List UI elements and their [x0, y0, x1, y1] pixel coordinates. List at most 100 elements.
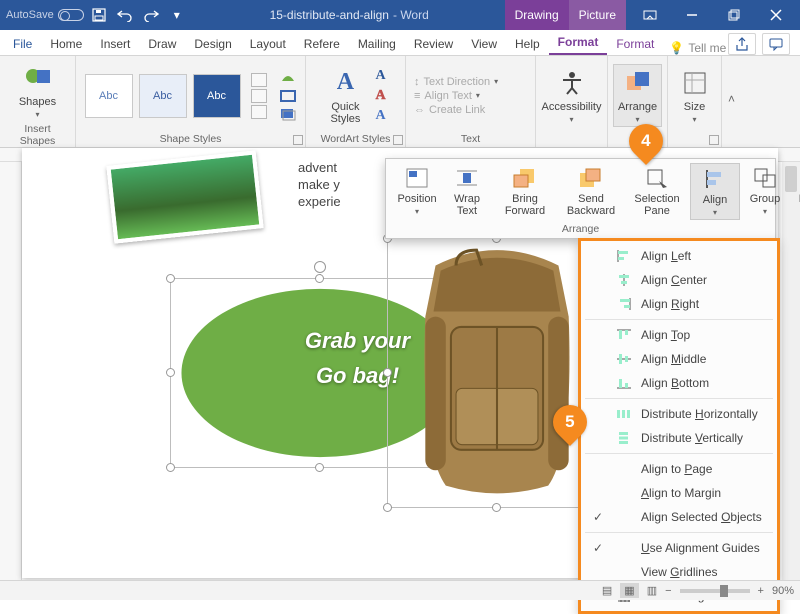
title-bar: AutoSave ▾ 15-distribute-and-align - Wor…	[0, 0, 800, 30]
shape-outline-icon[interactable]	[279, 89, 297, 103]
position-icon	[403, 165, 431, 191]
bring-forward-button[interactable]: Bring Forward	[492, 163, 558, 220]
text-direction-label: Text Direction	[424, 76, 491, 88]
mi-distribute-horizontal[interactable]: Distribute Horizontally	[581, 402, 777, 426]
check-icon: ✓	[589, 510, 607, 524]
mi-align-top[interactable]: Align Top	[581, 323, 777, 347]
tab-format-picture[interactable]: Format	[607, 33, 663, 55]
arrange-label: Arrange	[618, 101, 657, 113]
view-print-icon[interactable]: ▦	[620, 583, 638, 598]
mi-align-left[interactable]: Align Left	[581, 244, 777, 268]
wrap-text-icon	[453, 165, 481, 191]
backpack-icon	[394, 245, 600, 501]
zoom-in-icon[interactable]: +	[758, 585, 764, 597]
arrange-popover-label: Arrange	[386, 220, 775, 238]
zoom-slider[interactable]	[680, 589, 750, 593]
text-fill-icon[interactable]: A	[375, 68, 385, 84]
undo-icon[interactable]	[114, 4, 136, 26]
accessibility-button[interactable]: Accessibility▾	[538, 65, 606, 126]
text-effects-icon[interactable]: A	[375, 108, 385, 124]
style-preset-1[interactable]: Abc	[85, 74, 133, 118]
wrap-text-button[interactable]: Wrap Text	[442, 163, 492, 220]
tab-file[interactable]: File	[4, 33, 41, 55]
qat-more-icon[interactable]: ▾	[166, 4, 188, 26]
view-web-icon[interactable]: ▥	[647, 584, 657, 597]
mi-align-to-page[interactable]: Align to Page	[581, 457, 777, 481]
mi-align-middle[interactable]: Align Middle	[581, 347, 777, 371]
size-button[interactable]: Size▾	[675, 65, 715, 126]
mi-align-selected[interactable]: ✓Align Selected Objects	[581, 505, 777, 529]
mi-align-center[interactable]: Align Center	[581, 268, 777, 292]
group-button[interactable]: Group▾	[740, 163, 790, 220]
send-backward-button[interactable]: Send Backward	[558, 163, 624, 220]
quick-styles-button[interactable]: A Quick Styles	[325, 65, 365, 127]
tab-references[interactable]: Refere	[295, 33, 349, 55]
tab-layout[interactable]: Layout	[241, 33, 295, 55]
align-button[interactable]: Align▾	[690, 163, 740, 220]
tab-view[interactable]: View	[462, 33, 506, 55]
send-backward-icon	[577, 165, 605, 191]
selection-pane-button[interactable]: Selection Pane	[624, 163, 690, 220]
vertical-scrollbar[interactable]	[782, 162, 800, 580]
align-text-button: ≡Align Text ▾	[414, 89, 527, 103]
mi-align-bottom[interactable]: Align Bottom	[581, 371, 777, 395]
photo-park[interactable]	[106, 150, 263, 243]
tab-home[interactable]: Home	[41, 33, 91, 55]
redo-icon[interactable]	[140, 4, 162, 26]
save-icon[interactable]	[88, 4, 110, 26]
tab-mailings[interactable]: Mailing	[349, 33, 405, 55]
tab-insert[interactable]: Insert	[91, 33, 139, 55]
mi-alignment-guides[interactable]: ✓Use Alignment Guides	[581, 536, 777, 560]
style-preset-3[interactable]: Abc	[193, 74, 241, 118]
style-scroll-up-icon[interactable]	[251, 73, 267, 87]
ribbon-options-icon[interactable]	[630, 0, 670, 30]
tell-me-label: Tell me	[688, 41, 726, 55]
arrange-popover: Position▾ Wrap Text Bring Forward Send B…	[385, 158, 776, 239]
shapes-button[interactable]: Shapes▾	[15, 60, 60, 121]
mi-distribute-vertical[interactable]: Distribute Vertically	[581, 426, 777, 450]
collapse-ribbon-icon[interactable]: ˄	[728, 92, 735, 106]
shape-fill-icon[interactable]	[279, 71, 297, 85]
align-label: Align	[703, 194, 727, 206]
position-button[interactable]: Position▾	[392, 163, 442, 220]
style-more-icon[interactable]	[251, 105, 267, 119]
launcher-shape-styles-icon[interactable]	[293, 135, 303, 145]
context-tab-drawing[interactable]: Drawing	[505, 0, 569, 30]
mi-align-to-margin[interactable]: Align to Margin	[581, 481, 777, 505]
launcher-wordart-icon[interactable]	[393, 135, 403, 145]
shape-effects-icon[interactable]	[279, 107, 297, 121]
share-icon[interactable]	[728, 33, 756, 55]
style-preset-2[interactable]: Abc	[139, 74, 187, 118]
comments-icon[interactable]	[762, 33, 790, 55]
ribbon-tab-strip: File Home Insert Draw Design Layout Refe…	[0, 30, 800, 56]
text-outline-icon[interactable]: A	[375, 88, 385, 104]
zoom-out-icon[interactable]: −	[665, 585, 671, 597]
view-read-icon[interactable]: ▤	[602, 584, 612, 597]
tab-review[interactable]: Review	[405, 33, 462, 55]
text-direction-button: ↕Text Direction ▾	[414, 75, 527, 89]
zoom-level[interactable]: 90%	[772, 585, 794, 597]
status-bar: ▤ ▦ ▥ − + 90%	[0, 580, 800, 600]
tab-design[interactable]: Design	[185, 33, 240, 55]
style-scroll-down-icon[interactable]	[251, 89, 267, 103]
tab-draw[interactable]: Draw	[139, 33, 185, 55]
launcher-size-icon[interactable]	[709, 135, 719, 145]
mi-align-right[interactable]: Align Right	[581, 292, 777, 316]
group-icon	[751, 165, 779, 191]
rotate-handle-icon[interactable]	[314, 261, 326, 273]
arrange-button[interactable]: Arrange▾	[613, 64, 662, 127]
minimize-icon[interactable]	[672, 0, 712, 30]
rotate-button[interactable]: Rotate▾	[790, 163, 800, 220]
restore-icon[interactable]	[714, 0, 754, 30]
group-label-text: Text	[461, 131, 480, 145]
context-tab-picture[interactable]: Picture	[569, 0, 626, 30]
tab-help[interactable]: Help	[506, 33, 549, 55]
close-icon[interactable]	[756, 0, 796, 30]
group-label-insert-shapes: Insert Shapes	[8, 121, 67, 147]
document-name: 15-distribute-and-align	[270, 8, 389, 22]
backpack-image-selected[interactable]	[387, 238, 607, 508]
tell-me[interactable]: 💡Tell me	[669, 41, 726, 55]
tab-format-drawing[interactable]: Format	[549, 31, 608, 55]
distribute-h-icon	[615, 406, 633, 422]
autosave-toggle[interactable]: AutoSave	[6, 9, 84, 21]
